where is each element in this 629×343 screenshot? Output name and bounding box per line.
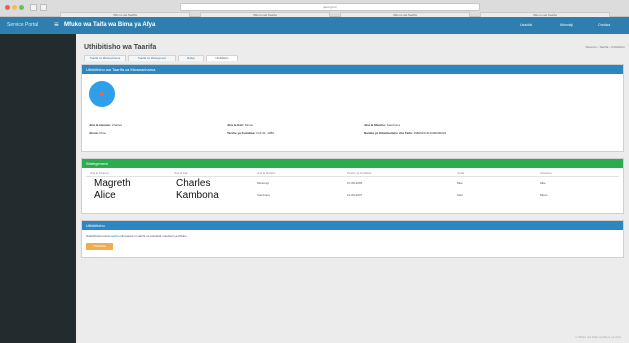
avatar [89, 81, 115, 107]
back-icon[interactable] [30, 4, 37, 11]
tab-dependents[interactable]: Taarifa za Wategemezi [128, 55, 176, 61]
tab-member-info[interactable]: Taarifa za Mwanachama [84, 55, 126, 61]
last-name-field: Jina la Mwisho: Kambona [364, 123, 400, 127]
dependents-panel-header: Wategemezi [82, 159, 623, 168]
user-menu[interactable]: Mtumiaji [560, 23, 573, 27]
confirmation-panel-header: Uthibitisho [82, 221, 623, 230]
confirmation-note: Nathibitisha kuwa taarifa nilizoweka ni … [86, 234, 188, 238]
forward-icon[interactable] [40, 4, 47, 11]
footer-text: © Mfuko wa Taifa wa Bima ya Afya [574, 335, 621, 339]
dependent-middle-name: Charles [176, 178, 211, 189]
col-header-last: Jina la Mwisho [257, 171, 276, 175]
dependent-relation: Mke [540, 181, 546, 185]
national-id-field: Namba ya Kitambulisho cha Taifa: 1980022… [364, 131, 447, 135]
dependent-middle-name: Kambona [176, 190, 219, 201]
brand-label[interactable]: Service Portal [7, 22, 38, 28]
dependent-dob: 12-09-2007 [347, 193, 363, 197]
close-window-icon[interactable] [5, 5, 10, 10]
col-header-first: Jina la Kwanza [90, 171, 109, 175]
middle-name-field: Jina la Kati: Simon [227, 123, 254, 127]
confirmation-panel: Uthibitisho Nathibitisha kuwa taarifa ni… [81, 220, 624, 258]
tab-confirmation[interactable]: Uthibitisho [206, 55, 238, 61]
col-header-gender: Jinsia [457, 171, 465, 175]
dependent-gender: Mke [457, 181, 463, 185]
page-title: Uthibitisho wa Taarifa [84, 44, 157, 51]
first-name-field: Jina la kwanza: Charles [89, 123, 123, 127]
address-bar[interactable]: jamii.go.tz [180, 3, 480, 11]
minimize-window-icon[interactable] [12, 5, 17, 10]
dependents-panel: Wategemezi Jina la Kwanza Jina la Kati J… [81, 158, 624, 214]
dependent-last-name: Kambona [257, 193, 270, 197]
table-divider [86, 176, 619, 177]
sidebar [0, 34, 76, 343]
member-panel: Uthibitisho wa Taarifa za Mwanachama Jin… [81, 64, 624, 152]
dependent-last-name: Msolongi [257, 181, 270, 185]
col-header-dob: Tarehe ya Kuzaliwa [347, 171, 372, 175]
breadcrumb[interactable]: Mwanzo › Taarifa › Uthibitisho [586, 45, 625, 49]
menu-toggle-icon[interactable]: ≡ [54, 21, 59, 29]
col-header-relation: Uhusiano [540, 171, 552, 175]
app-topbar: Service Portal ≡ Mfuko wa Taifa wa Bima … [0, 17, 629, 34]
logout-link[interactable]: Ondoka [598, 23, 610, 27]
confirm-button[interactable]: Thibitisha [86, 243, 113, 250]
dependent-first-name: Alice [94, 190, 116, 201]
dependent-first-name: Magreth [94, 178, 131, 189]
avatar-dot-icon [100, 92, 104, 96]
dependent-dob: 07-08-2005 [347, 181, 363, 185]
main-content: Uthibitisho wa Taarifa Mwanzo › Taarifa … [76, 34, 629, 343]
dependent-relation: Mtoto [540, 193, 548, 197]
terms-link[interactable]: taarifa [110, 234, 118, 238]
dependent-gender: Kike [457, 193, 463, 197]
col-header-middle: Jina la Kati [174, 171, 188, 175]
app-title: Mfuko wa Taifa wa Bima ya Afya [64, 22, 156, 28]
tab-payments[interactable]: Malipo [178, 55, 204, 61]
member-panel-header: Uthibitisho wa Taarifa za Mwanachama [82, 65, 623, 74]
gender-field: Jinsia: Mme [89, 131, 107, 135]
help-link[interactable]: Usaidizi [520, 23, 532, 27]
birth-date-field: Tarehe ya Kuzaliwa: Feb 21, 1980 [227, 131, 274, 135]
maximize-window-icon[interactable] [19, 5, 24, 10]
browser-chrome: jamii.go.tz Mfumo wa Taarifa Mfumo wa Ta… [0, 0, 629, 17]
